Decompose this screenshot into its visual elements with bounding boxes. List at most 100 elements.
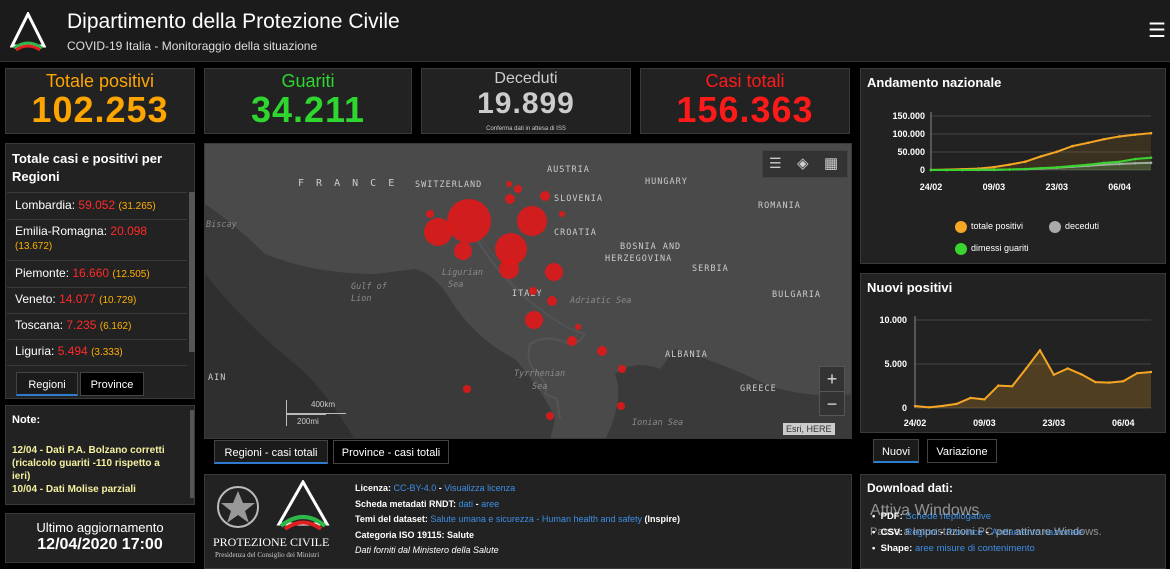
- data-point: [1149, 156, 1153, 159]
- legend-label: totale positivi: [971, 221, 1024, 231]
- region-bubble-friuli: [540, 191, 550, 201]
- tab-variazione[interactable]: Variazione: [927, 439, 997, 463]
- licenza-label: Licenza:: [355, 483, 392, 493]
- legend-dot-positivi: [955, 221, 967, 233]
- zoom-control: + −: [819, 366, 845, 416]
- nuovi-chart[interactable]: 10.000 5.000 0 24/02 09/03 23/03 06/04: [861, 274, 1167, 434]
- tab-province-casi-totali[interactable]: Province - casi totali: [333, 440, 449, 464]
- download-title: Download dati:: [867, 481, 953, 495]
- scheda-aree-link[interactable]: aree: [481, 499, 499, 509]
- data-point: [969, 396, 972, 400]
- region-item[interactable]: Piemonte: 16.660 (12.505): [7, 261, 187, 288]
- temi-link[interactable]: Salute umana e sicurezza - Human health …: [430, 514, 642, 524]
- region-name: Veneto:: [15, 292, 56, 306]
- map-toolbar: ☰ ◈ ▦: [762, 150, 848, 178]
- region-bubble-veneto: [517, 206, 547, 236]
- data-point: [1071, 164, 1074, 168]
- data-point: [1066, 367, 1069, 370]
- map-view[interactable]: F R A N C E SWITZERLAND AUSTRIA HUNGARY …: [204, 143, 852, 439]
- region-item[interactable]: Toscana: 7.235 (6.162): [7, 313, 187, 340]
- grid-icon[interactable]: ▦: [824, 154, 838, 172]
- region-positivi: (31.265): [118, 201, 156, 212]
- data-point: [1008, 168, 1011, 171]
- zoom-in-button[interactable]: +: [820, 367, 844, 391]
- regions-scrollbar[interactable]: [189, 192, 195, 352]
- region-item[interactable]: Emilia-Romagna: 20.098 (13.672): [7, 219, 187, 261]
- visualizza-licenza-link[interactable]: Visualizza licenza: [444, 483, 515, 493]
- tab-regioni[interactable]: Regioni: [16, 372, 78, 396]
- map-attribution[interactable]: Esri, HERE: [783, 423, 835, 435]
- x-tick-label: 06/04: [1112, 418, 1135, 428]
- data-point: [976, 168, 980, 172]
- y-tick-label: 150.000: [892, 111, 925, 121]
- region-item[interactable]: Veneto: 14.077 (10.729): [7, 287, 187, 314]
- licenza-link[interactable]: CC-BY-4.0: [394, 483, 437, 493]
- hamburger-menu-icon[interactable]: ☰: [1148, 18, 1166, 43]
- tab-nuovi[interactable]: Nuovi: [873, 439, 919, 463]
- list-icon[interactable]: ☰: [769, 155, 782, 172]
- region-bubble-basilicata: [618, 365, 626, 373]
- region-bubble-trieste: [559, 211, 565, 217]
- x-tick-label: 06/04: [1108, 182, 1131, 192]
- scheda-label: Scheda metadati RNDT:: [355, 498, 457, 509]
- windows-watermark-text: Passa a Impostazioni PC per attivare Win…: [870, 526, 1102, 538]
- data-point: [1039, 166, 1043, 170]
- fonte-text: Dati forniti dal Ministero della Salute: [355, 545, 499, 555]
- pc-sub: Presidenza del Consiglio dei Ministri: [215, 551, 320, 559]
- x-tick-label: 24/02: [904, 418, 927, 428]
- data-point: [955, 402, 958, 406]
- scheda-dati-link[interactable]: dati: [459, 499, 474, 509]
- kpi-casi-totali: Casi totali 156.363: [640, 68, 850, 134]
- kpi-guariti: Guariti 34.211: [204, 68, 412, 134]
- region-positivi: (13.672): [15, 241, 53, 252]
- header-bar: Dipartimento della Protezione Civile COV…: [0, 0, 1170, 62]
- kpi-totale-positivi: Totale positivi 102.253: [5, 68, 195, 134]
- notes-panel: Note: 12/04 - Dati P.A. Bolzano corretti…: [5, 405, 195, 505]
- categoria-text: Categoria ISO 19115: Salute: [355, 529, 475, 540]
- data-point: [929, 168, 933, 172]
- data-point: [1055, 166, 1059, 169]
- data-point: [961, 168, 964, 172]
- y-tick-label: 0: [920, 165, 925, 175]
- y-tick-label: 10.000: [879, 315, 907, 325]
- region-bubble-puglia: [597, 346, 607, 356]
- tab-regioni-casi-totali[interactable]: Regioni - casi totali: [214, 440, 328, 464]
- data-point: [1122, 380, 1125, 383]
- data-point: [1055, 150, 1059, 154]
- notes-scrollbar[interactable]: [190, 410, 194, 498]
- region-positivi: (12.505): [112, 269, 150, 280]
- region-total: 16.660: [72, 266, 110, 280]
- data-point: [1038, 349, 1042, 352]
- x-tick-label: 23/03: [1045, 182, 1068, 192]
- pc-name: PROTEZIONE CIVILE: [213, 535, 330, 549]
- shape-link[interactable]: aree misure di contenimento: [915, 543, 1035, 554]
- region-bubble-campania: [567, 336, 577, 346]
- data-point: [1102, 137, 1106, 141]
- region-bubble-toscana: [499, 259, 519, 279]
- tab-province[interactable]: Province: [80, 372, 144, 396]
- data-point: [1086, 141, 1090, 145]
- data-point: [1118, 135, 1121, 138]
- region-name: Piemonte:: [15, 266, 70, 280]
- regions-panel: Totale casi e positivi per Regioni Lomba…: [5, 143, 195, 399]
- regions-title: Totale casi e positivi per Regioni: [12, 151, 163, 184]
- region-bubble-molise: [575, 324, 581, 330]
- data-point: [945, 168, 949, 172]
- region-bubble-piemonte: [424, 218, 452, 246]
- region-bubble-valle-aosta: [426, 210, 434, 218]
- data-point: [1039, 155, 1043, 158]
- data-point: [1118, 160, 1121, 164]
- x-tick-label: 09/03: [973, 418, 996, 428]
- region-name: Toscana:: [15, 318, 64, 332]
- data-point: [1024, 367, 1028, 370]
- trend-panel: Andamento nazionale 150.000 100.000 50.000…: [860, 68, 1166, 264]
- layers-icon[interactable]: ◈: [797, 154, 809, 172]
- trend-chart[interactable]: 150.000 100.000 50.000 0 24/02 09/03 23/03 06/0…: [861, 69, 1167, 265]
- zoom-out-button[interactable]: −: [820, 391, 844, 415]
- data-point: [1086, 163, 1090, 167]
- data-point: [997, 384, 1000, 387]
- region-total: 14.077: [59, 292, 96, 306]
- region-item[interactable]: Liguria: 5.494 (3.333): [7, 339, 187, 366]
- data-point: [927, 406, 931, 409]
- region-item[interactable]: Lombardia: 59.052 (31.265): [7, 192, 187, 220]
